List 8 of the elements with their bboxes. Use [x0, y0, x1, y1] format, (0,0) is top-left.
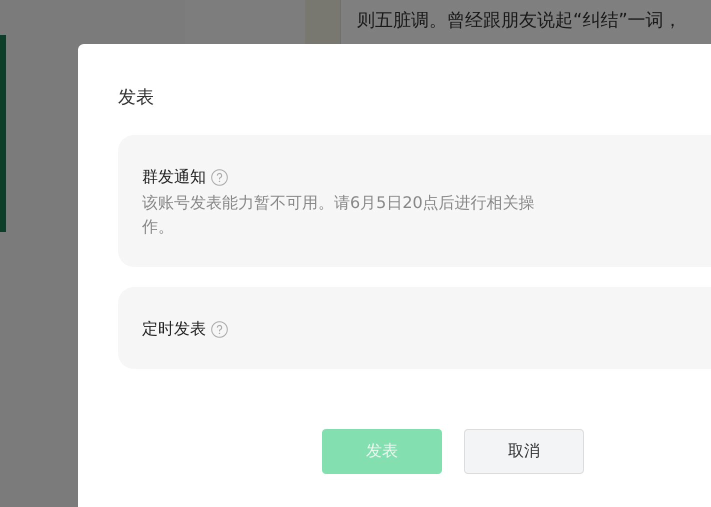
- help-icon[interactable]: [211, 320, 228, 338]
- article-text: 则五脏调。曾经跟朋友说起“纠结”一词，: [357, 9, 683, 33]
- dialog-title: 发表: [118, 86, 154, 110]
- help-icon[interactable]: [211, 168, 228, 186]
- option-title: 定时发表: [142, 318, 206, 340]
- option-title: 群发通知: [142, 166, 206, 188]
- cancel-button[interactable]: 取消: [464, 429, 584, 474]
- option-notice: 该账号发表能力暂不可用。请6月5日20点后进行相关操作。: [142, 192, 536, 238]
